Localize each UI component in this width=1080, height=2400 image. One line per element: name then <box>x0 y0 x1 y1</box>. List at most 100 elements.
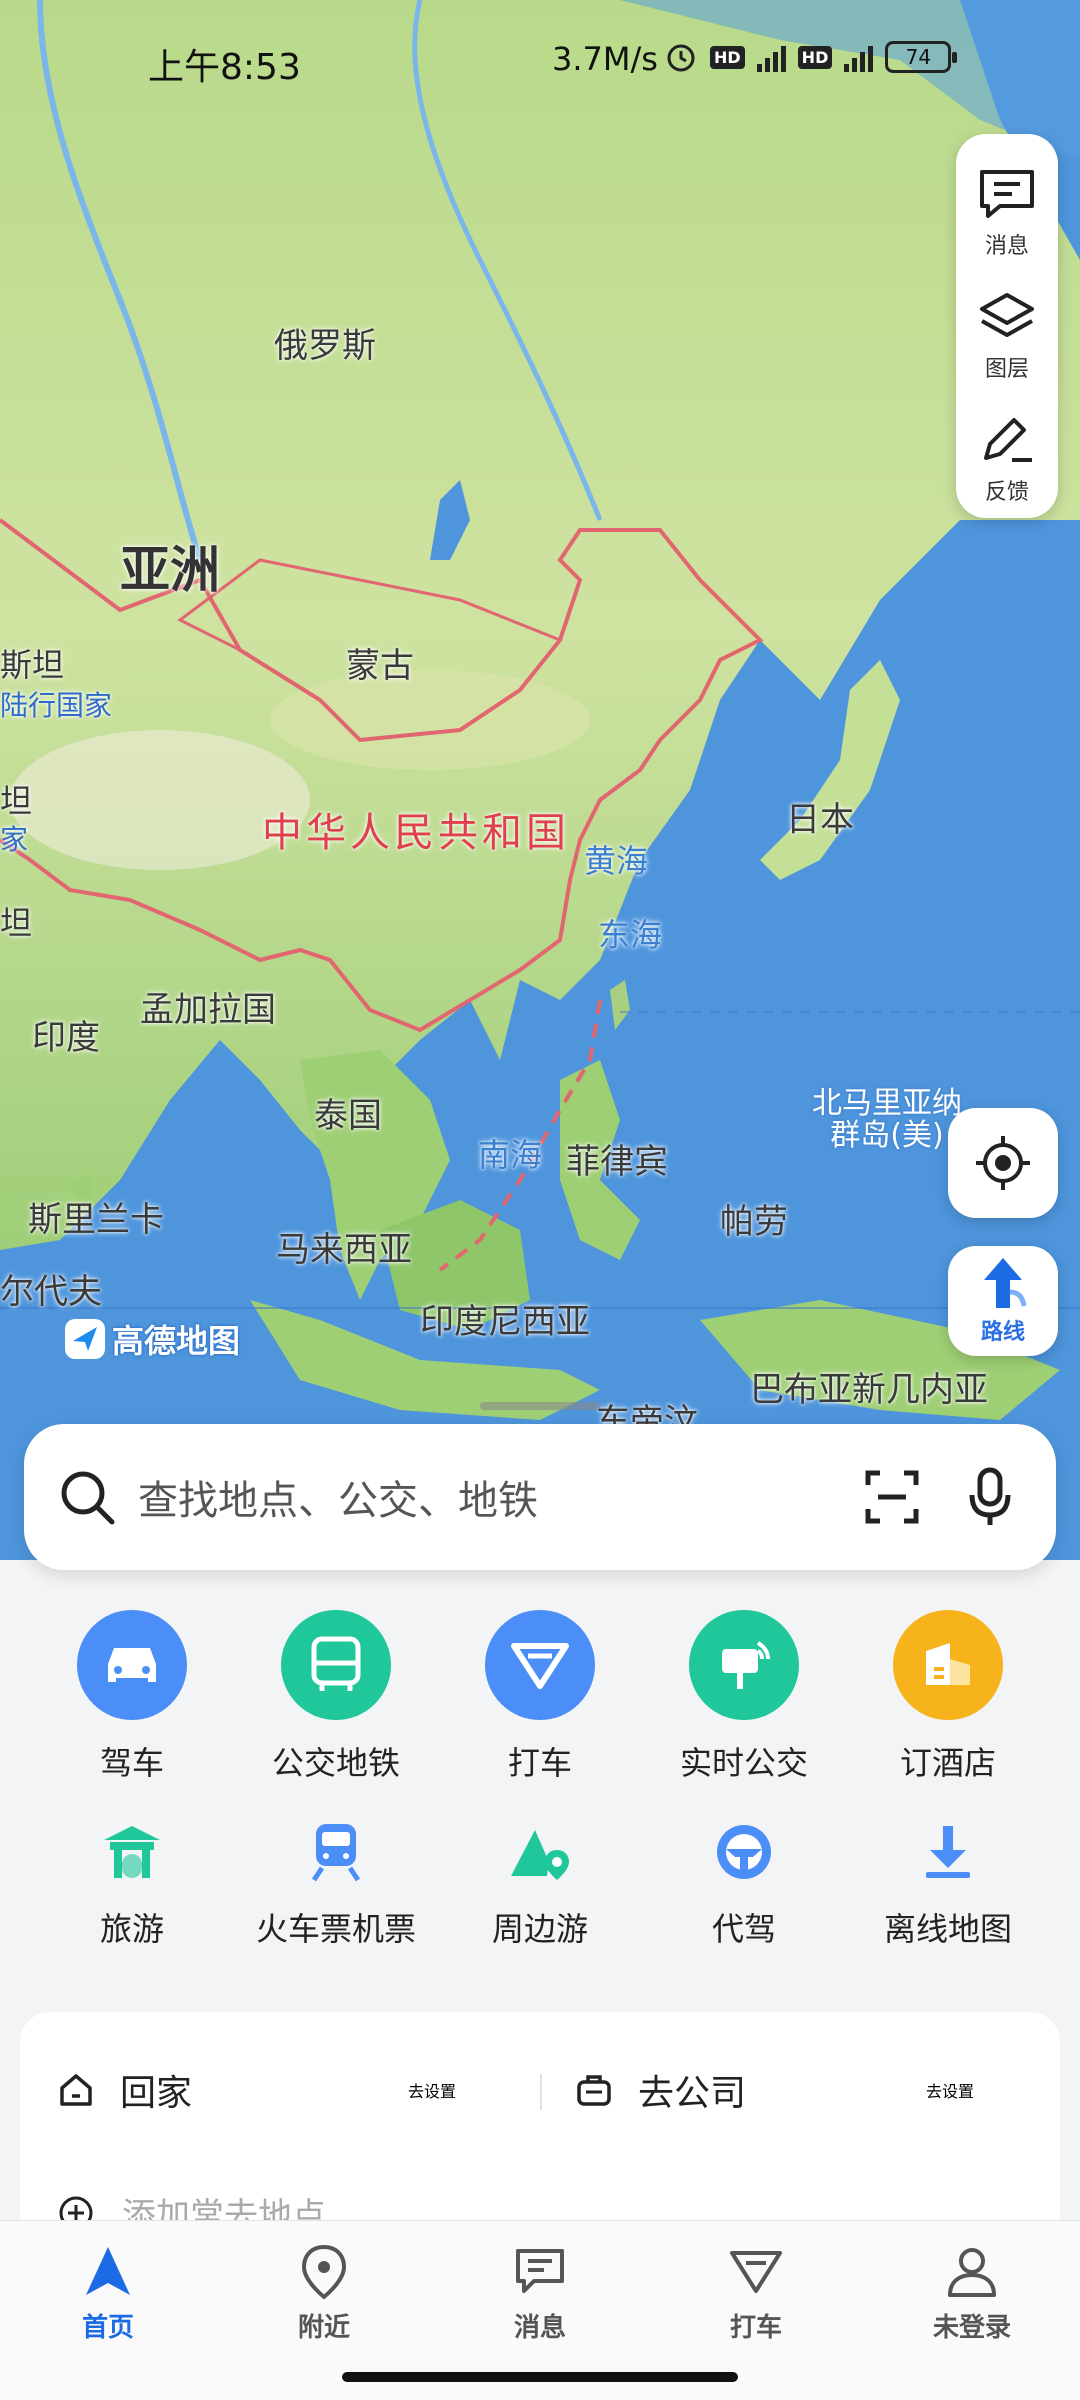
nav-profile[interactable]: 未登录 <box>882 2243 1062 2400</box>
locate-icon <box>976 1136 1030 1190</box>
map-label-thailand: 泰国 <box>314 1096 382 1136</box>
navigation-arrow-icon <box>86 2247 130 2295</box>
route-button[interactable]: 路线 <box>948 1246 1058 1356</box>
signal2-icon <box>844 42 874 72</box>
map-label-maldives: 尔代夫 <box>0 1272 102 1312</box>
map-label-landlocked: 陆行国家 <box>0 689 113 722</box>
hd2-icon: HD <box>797 45 833 69</box>
map-label-philippines: 菲律宾 <box>566 1142 668 1182</box>
message-tool-label: 消息 <box>984 234 1029 260</box>
feedback-tool-button[interactable]: 反馈 <box>956 399 1058 518</box>
map-label-bangladesh: 孟加拉国 <box>140 990 276 1030</box>
map-label-left-partial-3: 坦 <box>0 904 33 942</box>
train-icon <box>296 1812 376 1892</box>
drive-button[interactable]: 驾车 <box>32 1610 232 1784</box>
quick-actions: 驾车 公交地铁 打车 实时公交 订酒店 旅游 火车票机票 周边游 代驾 离线地图 <box>0 1610 1080 1950</box>
layers-tool-button[interactable]: 图层 <box>956 277 1058 396</box>
map-label-png: 巴布亚新几内亚 <box>750 1370 988 1410</box>
nav-taxi-label: 打车 <box>729 2313 782 2343</box>
nearby-tour-button[interactable]: 周边游 <box>440 1812 640 1950</box>
company-shortcut[interactable]: 去公司 <box>574 2064 746 2116</box>
home-label: 回家 <box>120 2073 193 2114</box>
steering-wheel-icon <box>704 1812 784 1892</box>
designated-driver-label: 代驾 <box>711 1910 776 1948</box>
signal-icon <box>756 42 786 72</box>
map-label-n-mariana: 北马里亚纳 群岛(美) <box>812 1086 962 1153</box>
company-set-button[interactable]: 去设置 <box>926 2078 974 2102</box>
realtime-bus-button[interactable]: 实时公交 <box>644 1610 844 1784</box>
download-icon <box>908 1812 988 1892</box>
nearby-tour-label: 周边游 <box>491 1910 588 1948</box>
company-label: 去公司 <box>638 2073 747 2114</box>
travel-button[interactable]: 旅游 <box>32 1812 232 1950</box>
hotel-icon <box>893 1610 1003 1720</box>
microphone-icon[interactable] <box>968 1467 1012 1527</box>
locate-button[interactable] <box>948 1108 1058 1218</box>
search-input[interactable]: 查找地点、公交、地铁 <box>138 1468 864 1526</box>
scan-icon[interactable] <box>864 1469 920 1525</box>
nav-profile-label: 未登录 <box>932 2313 1011 2343</box>
travel-label: 旅游 <box>99 1910 164 1948</box>
map-label-india: 印度 <box>32 1018 100 1058</box>
nav-home[interactable]: 首页 <box>18 2243 198 2400</box>
route-arrow-icon <box>984 1258 1027 1308</box>
amap-logo: 高德地图 <box>64 1316 240 1362</box>
taxi-label: 打车 <box>507 1744 572 1782</box>
briefcase-icon <box>577 2075 611 2106</box>
car-icon <box>77 1610 187 1720</box>
map-label-yellow-sea: 黄海 <box>584 842 649 880</box>
sheet-drag-handle[interactable] <box>480 1402 600 1410</box>
hotel-button[interactable]: 订酒店 <box>848 1610 1048 1784</box>
home-indicator[interactable] <box>342 2372 738 2382</box>
status-bar: 上午8:53 3.7M/s HD HD 74 <box>0 0 1080 120</box>
route-label: 路线 <box>980 1320 1025 1345</box>
nav-nearby-label: 附近 <box>297 2313 350 2343</box>
bus-stop-icon <box>689 1610 799 1720</box>
layers-icon <box>980 293 1034 337</box>
map-label-indonesia: 印度尼西亚 <box>420 1302 590 1342</box>
user-icon <box>948 2248 996 2297</box>
taxi-nav-icon <box>730 2251 782 2293</box>
chat-icon <box>516 2249 564 2293</box>
map-label-south-sea: 南海 <box>478 1136 543 1174</box>
map-label-mongolia: 蒙古 <box>346 646 414 686</box>
transit-button[interactable]: 公交地铁 <box>236 1610 436 1784</box>
offline-map-button[interactable]: 离线地图 <box>848 1812 1048 1950</box>
nav-message-label: 消息 <box>513 2313 566 2343</box>
map-label-left-partial: 斯坦 <box>0 646 65 684</box>
map-label-asia: 亚洲 <box>120 541 220 599</box>
map-label-japan: 日本 <box>786 800 854 840</box>
drive-label: 驾车 <box>99 1744 164 1782</box>
map-view[interactable]: 俄罗斯 亚洲 蒙古 斯坦 陆行国家 坦 家 中华人民共和国 黄海 东海 日本 坦… <box>0 0 1080 1560</box>
train-flight-label: 火车票机票 <box>255 1910 416 1948</box>
train-flight-button[interactable]: 火车票机票 <box>236 1812 436 1950</box>
map-label-malaysia: 马来西亚 <box>276 1230 412 1270</box>
map-label-china: 中华人民共和国 <box>262 810 570 856</box>
hotel-label: 订酒店 <box>899 1744 996 1782</box>
mountain-pin-icon <box>500 1812 580 1892</box>
feedback-tool-label: 反馈 <box>984 479 1029 505</box>
designated-driver-button[interactable]: 代驾 <box>644 1812 844 1950</box>
search-icon <box>61 1471 115 1525</box>
battery-icon: 74 <box>885 41 958 73</box>
search-bar[interactable]: 查找地点、公交、地铁 <box>24 1424 1056 1570</box>
home-shortcut[interactable]: 回家 <box>56 2064 192 2116</box>
map-label-palau: 帕劳 <box>720 1202 788 1242</box>
taxi-button[interactable]: 打车 <box>440 1610 640 1784</box>
message-icon <box>980 170 1034 219</box>
hd-icon: HD <box>710 45 745 69</box>
message-tool-button[interactable]: 消息 <box>956 154 1058 273</box>
layers-tool-label: 图层 <box>984 357 1029 382</box>
bus-icon <box>281 1610 391 1720</box>
map-label-left-partial-1: 坦 <box>0 782 33 820</box>
edit-icon <box>984 417 1032 462</box>
status-network-speed: 3.7M/s <box>552 40 658 78</box>
realtime-bus-label: 实时公交 <box>679 1744 808 1782</box>
map-tool-panel: 消息 图层 反馈 <box>956 134 1058 518</box>
favorites-divider <box>540 2074 542 2110</box>
pavilion-icon <box>92 1812 172 1892</box>
alarm-icon <box>667 44 695 72</box>
status-icons: HD HD 74 <box>664 40 958 74</box>
home-set-button[interactable]: 去设置 <box>408 2078 456 2102</box>
amap-logo-icon <box>65 1319 105 1359</box>
